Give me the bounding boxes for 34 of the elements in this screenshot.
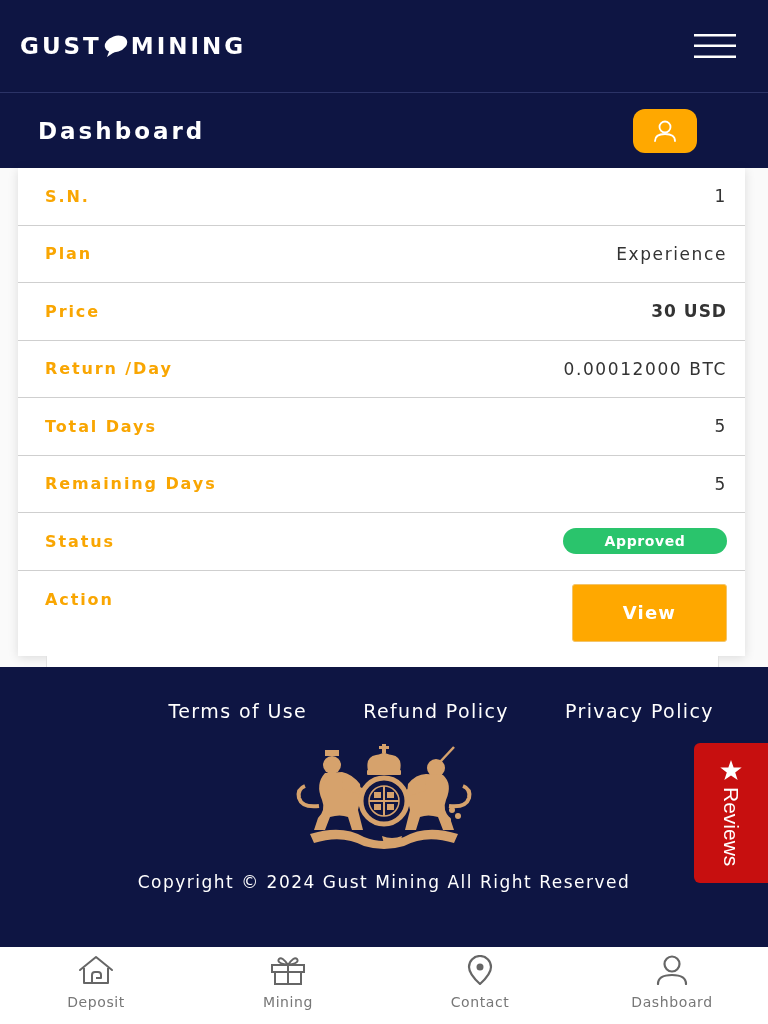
user-icon [654,955,690,985]
house-icon [78,955,114,985]
logo-text: GUST [20,34,102,58]
detail-label: Remaining Days [45,474,217,494]
detail-label: Plan [45,244,92,264]
detail-value: 1 [714,186,727,207]
menu-icon[interactable] [694,34,736,58]
logo-text: MINING [130,34,247,58]
detail-label: Price [45,301,100,321]
detail-value: 30 USD [651,301,727,322]
detail-value: 5 [714,416,727,437]
detail-label: S.N. [45,186,90,206]
footer-link[interactable]: Privacy Policy [564,699,714,723]
bottom-nav-item[interactable]: Deposit [0,947,192,1024]
profile-button[interactable] [633,108,697,153]
user-icon [653,119,677,142]
footer-link[interactable]: Refund Policy [363,699,509,723]
page-title: Dashboard [38,117,206,144]
bottom-nav-item[interactable]: Dashboard [576,947,768,1024]
bottom-nav-item[interactable]: Mining [192,947,384,1024]
detail-label: Total Days [45,416,157,436]
detail-value: 0.00012000 BTC [563,358,727,379]
detail-value: 5 [714,473,727,494]
copyright-text: Copyright © 2024 Gust Mining All Right Reserved [137,871,631,893]
detail-label: Return /Day [45,359,173,379]
star-icon [720,759,742,781]
detail-label: Status [45,531,115,551]
status-badge: Approved [563,528,727,555]
reviews-tab[interactable]: Reviews [694,743,768,883]
footer-link[interactable]: Terms of Use [168,699,308,723]
bottom-nav-item[interactable]: Contact [384,947,576,1024]
gift-icon [270,955,306,985]
detail-value: Experience [616,243,727,264]
detail-label: Action [45,588,114,609]
